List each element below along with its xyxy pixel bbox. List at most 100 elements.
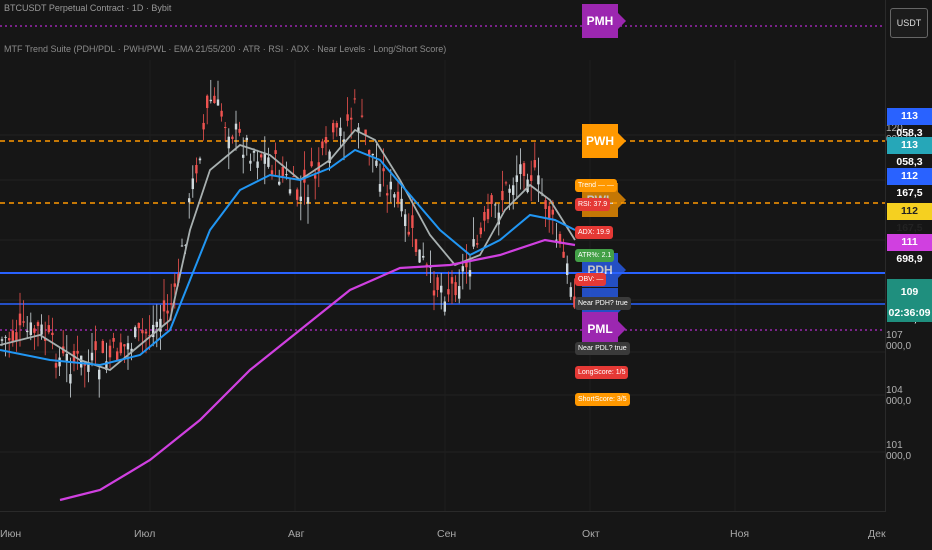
candle-body xyxy=(562,251,565,258)
candle-body xyxy=(339,127,342,136)
candle-body xyxy=(260,154,263,158)
candle-body xyxy=(353,98,356,100)
price-badge: 111 698,9 xyxy=(887,234,932,265)
candle-body xyxy=(98,369,101,380)
candle-body xyxy=(551,209,554,215)
candle-body xyxy=(263,152,266,164)
candle-body xyxy=(76,350,79,354)
candle-body xyxy=(512,185,515,195)
candle-body xyxy=(224,127,227,129)
candle-body xyxy=(306,197,310,204)
candle-body xyxy=(375,160,378,166)
candle-body xyxy=(281,167,284,176)
candle-body xyxy=(94,341,97,351)
candle-body xyxy=(162,300,166,312)
candle-body xyxy=(522,163,526,176)
candle-body xyxy=(515,175,518,182)
candle-body xyxy=(537,175,540,185)
candle-body xyxy=(422,255,425,258)
candle-body xyxy=(479,227,482,235)
candle-body xyxy=(22,321,25,323)
candle-body xyxy=(123,344,126,347)
candle-body xyxy=(198,158,202,161)
ema-21-line xyxy=(0,128,576,372)
candle-body xyxy=(418,249,421,263)
flag-pwh: PWH xyxy=(582,124,626,158)
candle-body xyxy=(504,182,508,184)
candle-body xyxy=(404,214,407,227)
candle-body xyxy=(170,303,173,305)
candle-body xyxy=(101,340,104,353)
candle-body xyxy=(227,136,230,149)
candle-body xyxy=(213,95,216,104)
candle-body xyxy=(371,153,374,156)
time-tick: Ноя xyxy=(730,528,750,540)
candle-body xyxy=(310,161,313,167)
candle-body xyxy=(324,137,328,144)
time-tick: Дек xyxy=(868,528,886,540)
candle-body xyxy=(144,331,148,334)
candle-body xyxy=(400,198,403,212)
candle-body xyxy=(321,141,324,149)
candle-body xyxy=(494,204,497,206)
candle-body xyxy=(188,198,191,203)
candle-body xyxy=(18,313,22,326)
candle-body xyxy=(555,239,558,241)
candle-body xyxy=(314,175,317,179)
candle-body xyxy=(206,95,209,108)
candle-body xyxy=(407,231,410,235)
time-tick: Июл xyxy=(134,528,156,540)
price-badge: 113 058,3 xyxy=(887,108,932,139)
candle-body xyxy=(443,301,446,312)
candle-body xyxy=(191,178,194,190)
candle-body xyxy=(36,322,40,327)
candle-body xyxy=(278,181,281,185)
candle-body xyxy=(411,215,414,228)
candle-body xyxy=(15,332,18,342)
candle-body xyxy=(137,322,140,329)
currency-button[interactable]: USDT xyxy=(890,8,928,38)
candle-body xyxy=(432,290,436,296)
price-badge: 109 374,7 xyxy=(887,279,932,325)
candle-body xyxy=(234,123,238,130)
price-tick: 104 000,0 xyxy=(886,385,912,407)
candle-body xyxy=(476,243,479,245)
candle-body xyxy=(508,188,511,193)
candle-body xyxy=(382,168,385,172)
candle-body xyxy=(274,150,277,154)
candle-body xyxy=(368,149,371,155)
candle-body xyxy=(4,336,7,338)
price-badge: 112 167,5 xyxy=(887,203,932,234)
candle-body xyxy=(245,137,248,141)
candle-body xyxy=(141,330,144,334)
candle-body xyxy=(414,239,418,252)
time-scale[interactable]: Июн Июл Авг Сен Окт Ноя Дек xyxy=(0,511,886,550)
price-tick: 107 000,0 xyxy=(886,330,912,352)
candle-body xyxy=(216,99,220,106)
candle-body xyxy=(350,117,353,120)
candle-body xyxy=(112,337,115,342)
indicator-tag: Trend — — xyxy=(575,179,617,192)
candle-body xyxy=(378,183,382,192)
price-chart[interactable] xyxy=(0,0,932,550)
candle-body xyxy=(11,330,14,342)
candle-body xyxy=(447,289,450,295)
candle-body xyxy=(220,110,223,117)
candle-body xyxy=(490,195,493,204)
candle-body xyxy=(450,277,454,284)
price-scale[interactable]: USDT 120 000,0 107 000,0 104 000,0 101 0… xyxy=(885,0,932,550)
candle-body xyxy=(440,285,443,293)
price-badge: 112 167,5 xyxy=(887,168,932,199)
symbol-header: BTCUSDT Perpetual Contract · 1D · Bybit xyxy=(4,3,172,13)
candle-body xyxy=(396,191,400,203)
candle-body xyxy=(270,170,274,175)
candle-body xyxy=(461,266,464,272)
candle-body xyxy=(173,283,176,287)
candle-body xyxy=(51,332,54,336)
candle-body xyxy=(393,194,396,198)
candle-body xyxy=(0,339,4,341)
candle-body xyxy=(29,322,32,336)
candle-body xyxy=(40,324,43,335)
indicator-tag: ATR%: 2.1 xyxy=(575,249,615,262)
candle-body xyxy=(296,189,299,200)
